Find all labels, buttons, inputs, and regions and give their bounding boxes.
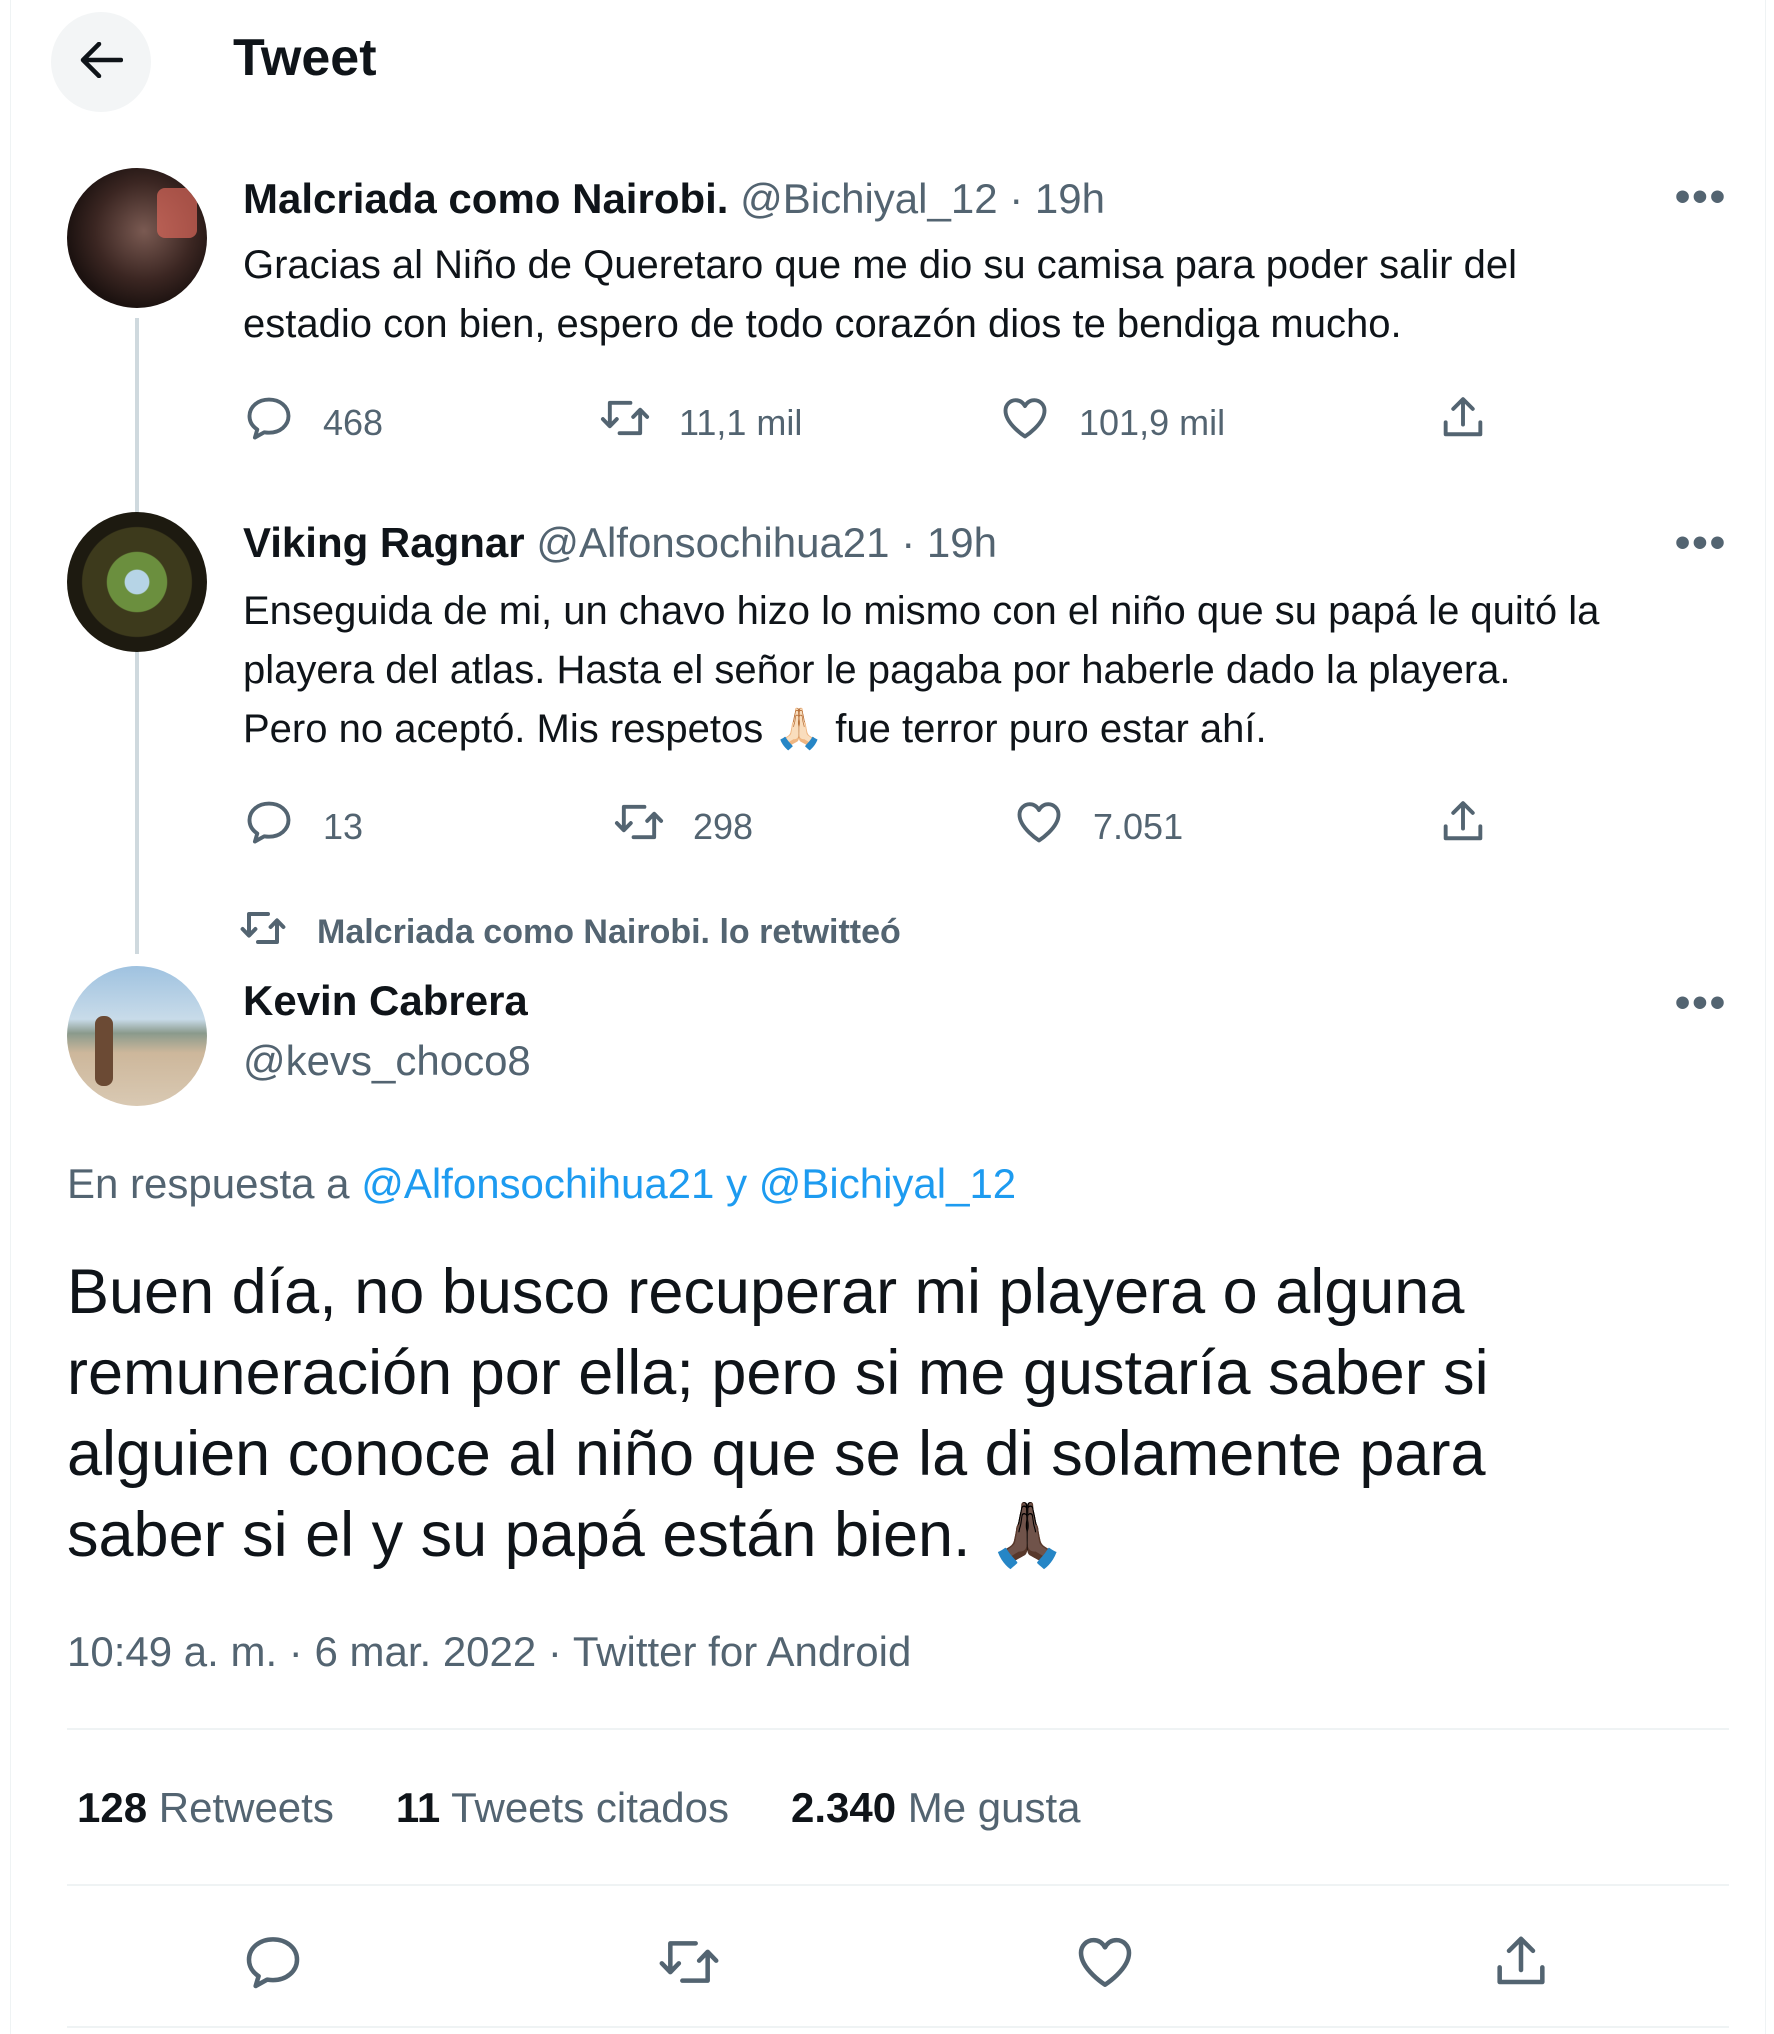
engagement-stats: 128 Retweets 11 Tweets citados 2.340 Me …	[77, 1780, 1081, 1836]
retweets-number: 128	[77, 1784, 148, 1831]
heart-icon	[1073, 1930, 1137, 1999]
retweet-icon	[657, 1930, 721, 1999]
author-handle-line: @kevs_choco8	[243, 1036, 531, 1086]
author-handle[interactable]: @Alfonsochihua21	[536, 519, 889, 566]
reply-context: En respuesta a @Alfonsochihua21 y @Bichi…	[67, 1156, 1016, 1212]
back-button[interactable]	[51, 12, 151, 112]
reply-count: 13	[323, 805, 364, 847]
avatar[interactable]	[67, 168, 207, 308]
tweet-text-line: Pero no aceptó. Mis respetos 🙏🏻 fue terr…	[243, 707, 1267, 751]
reply-action[interactable]: 468	[243, 392, 383, 453]
share-action[interactable]	[1437, 392, 1489, 453]
separator-dot: ·	[901, 519, 916, 566]
retweet-action[interactable]: 11,1 mil	[599, 392, 802, 453]
retweeted-by-text[interactable]: Malcriada como Nairobi. lo retwitteó	[317, 913, 901, 952]
speech-bubble-icon	[243, 392, 295, 453]
like-count: 101,9 mil	[1079, 401, 1226, 443]
share-upload-icon	[1437, 796, 1489, 857]
tweet-author-line: Malcriada como Nairobi. @Bichiyal_12 · 1…	[243, 174, 1105, 224]
tweet-text: Enseguida de mi, un chavo hizo lo mismo …	[243, 582, 1743, 759]
more-options-button[interactable]: •••	[1671, 978, 1731, 1027]
tweet-text-line: Enseguida de mi, un chavo hizo lo mismo …	[243, 589, 1600, 633]
retweet-button[interactable]	[649, 1924, 729, 2004]
like-count: 7.051	[1093, 805, 1184, 847]
retweet-icon	[613, 796, 665, 857]
tweet-time[interactable]: 19h	[927, 519, 997, 566]
tweet-author-line: Viking Ragnar @Alfonsochihua21 · 19h	[243, 518, 997, 568]
tweet-text-line: remuneración por ella; pero si me gustar…	[67, 1338, 1489, 1408]
share-button[interactable]	[1481, 1924, 1561, 2004]
likes-number: 2.340	[790, 1784, 897, 1831]
quote-tweets-label: Tweets citados	[451, 1784, 729, 1831]
divider	[67, 1884, 1729, 1886]
reply-count: 468	[323, 401, 384, 443]
author-handle[interactable]: @Bichiyal_12	[740, 175, 997, 222]
share-action[interactable]	[1437, 796, 1489, 857]
share-upload-icon	[1489, 1930, 1553, 1999]
author-name[interactable]: Kevin Cabrera	[243, 977, 528, 1024]
like-action[interactable]: 101,9 mil	[999, 392, 1225, 453]
author-name[interactable]: Viking Ragnar	[243, 519, 525, 566]
speech-bubble-icon	[241, 1930, 305, 1999]
more-options-button[interactable]: •••	[1671, 172, 1731, 221]
more-options-button[interactable]: •••	[1671, 518, 1731, 567]
tweet-text-line: Buen día, no busco recuperar mi playera …	[67, 1257, 1465, 1327]
share-upload-icon	[1437, 392, 1489, 453]
tweet-text-line: saber si el y su papá están bien. 🙏🏿	[67, 1500, 1067, 1570]
divider	[67, 1728, 1729, 1730]
tweet-text-line: Gracias al Niño de Queretaro que me dio …	[243, 243, 1517, 287]
reply-button[interactable]	[233, 1924, 313, 2004]
author-name[interactable]: Malcriada como Nairobi.	[243, 175, 728, 222]
reply-prefix: En respuesta a	[67, 1160, 350, 1207]
tweet-page: Tweet Malcriada como Nairobi. @Bichiyal_…	[10, 0, 1766, 2034]
tweet-text: Gracias al Niño de Queretaro que me dio …	[243, 236, 1713, 354]
reply-to-mentions[interactable]: @Alfonsochihua21 y @Bichiyal_12	[361, 1160, 1016, 1207]
more-dots-icon: •••	[1674, 518, 1728, 567]
author-handle[interactable]: @kevs_choco8	[243, 1037, 531, 1084]
arrow-left-icon	[79, 41, 124, 83]
tweet-text-line: alguien conoce al niño que se la di sola…	[67, 1419, 1486, 1489]
heart-icon	[1013, 796, 1065, 857]
author-name-line: Kevin Cabrera	[243, 976, 528, 1026]
tweet-text-line: playera del atlas. Hasta el señor le pag…	[243, 648, 1511, 692]
tweet-timestamp-source[interactable]: 10:49 a. m. · 6 mar. 2022 · Twitter for …	[67, 1624, 911, 1680]
quote-tweets-number: 11	[395, 1784, 441, 1831]
tweet-text-line: estadio con bien, espero de todo corazón…	[243, 302, 1402, 346]
retweet-count: 298	[693, 805, 754, 847]
like-button[interactable]	[1065, 1924, 1145, 2004]
retweeted-by-note: Malcriada como Nairobi. lo retwitteó	[239, 908, 901, 957]
speech-bubble-icon	[243, 796, 295, 857]
reply-action[interactable]: 13	[243, 796, 363, 857]
page-title: Tweet	[233, 29, 377, 87]
divider	[67, 2026, 1729, 2028]
likes-label: Me gusta	[907, 1784, 1081, 1831]
quote-tweets-stat[interactable]: 11 Tweets citados	[396, 1780, 729, 1836]
heart-icon	[999, 392, 1051, 453]
retweet-icon	[599, 392, 651, 453]
likes-stat[interactable]: 2.340 Me gusta	[791, 1780, 1081, 1836]
more-dots-icon: •••	[1674, 172, 1728, 221]
tweet-time[interactable]: 19h	[1035, 175, 1105, 222]
main-tweet-text: Buen día, no busco recuperar mi playera …	[67, 1252, 1707, 1576]
avatar[interactable]	[67, 512, 207, 652]
like-action[interactable]: 7.051	[1013, 796, 1183, 857]
retweets-stat[interactable]: 128 Retweets	[77, 1780, 334, 1836]
retweet-count: 11,1 mil	[679, 401, 803, 443]
retweet-action[interactable]: 298	[613, 796, 753, 857]
avatar[interactable]	[67, 966, 207, 1106]
retweet-icon	[239, 908, 287, 957]
retweets-label: Retweets	[158, 1784, 334, 1831]
separator-dot: ·	[1009, 175, 1024, 222]
more-dots-icon: •••	[1674, 978, 1728, 1027]
